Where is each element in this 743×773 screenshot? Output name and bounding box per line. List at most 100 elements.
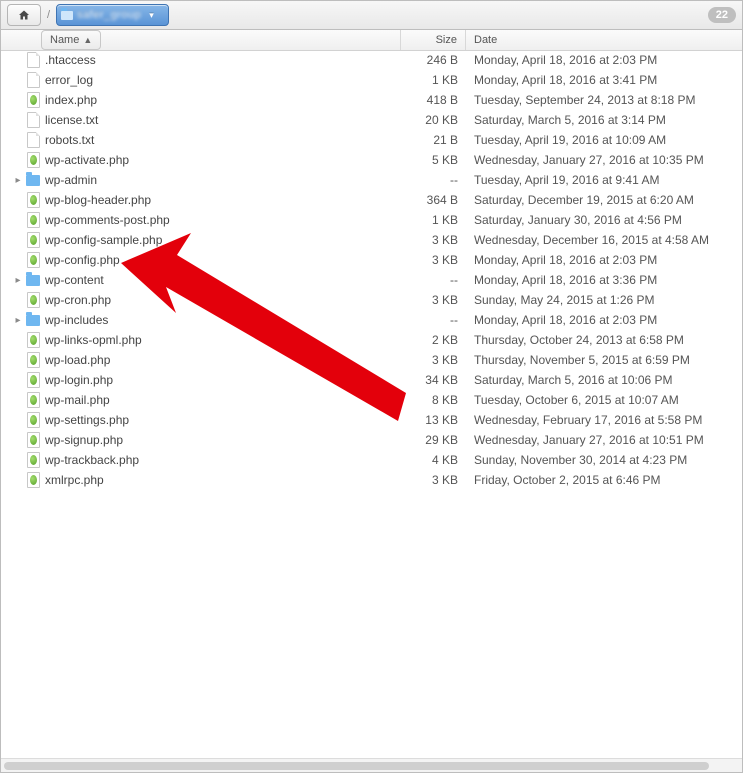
column-header-name[interactable]: Name ▲ xyxy=(1,30,401,50)
folder-icon xyxy=(25,172,41,188)
file-icon xyxy=(25,72,41,88)
file-size: -- xyxy=(401,313,466,327)
file-row[interactable]: error_log1 KBMonday, April 18, 2016 at 3… xyxy=(1,70,742,90)
file-row[interactable]: wp-config.php3 KBMonday, April 18, 2016 … xyxy=(1,250,742,270)
file-browser-window: / safer_group ▾ 22 Name ▲ Size Date .hta… xyxy=(0,0,743,773)
file-size: 2 KB xyxy=(401,333,466,347)
file-row[interactable]: wp-login.php34 KBSaturday, March 5, 2016… xyxy=(1,370,742,390)
file-name: wp-includes xyxy=(45,313,108,327)
file-icon xyxy=(25,52,41,68)
php-file-icon xyxy=(25,252,41,268)
file-name: index.php xyxy=(45,93,97,107)
breadcrumb-folder[interactable]: safer_group ▾ xyxy=(56,4,169,26)
disclosure-triangle[interactable]: ▸ xyxy=(11,275,25,286)
file-date: Tuesday, April 19, 2016 at 9:41 AM xyxy=(466,173,742,187)
item-count-badge: 22 xyxy=(708,7,736,23)
file-date: Monday, April 18, 2016 at 2:03 PM xyxy=(466,313,742,327)
file-size: 1 KB xyxy=(401,213,466,227)
file-row[interactable]: wp-cron.php3 KBSunday, May 24, 2015 at 1… xyxy=(1,290,742,310)
file-size: 246 B xyxy=(401,53,466,67)
file-list: .htaccess246 BMonday, April 18, 2016 at … xyxy=(1,50,742,758)
file-row[interactable]: wp-trackback.php4 KBSunday, November 30,… xyxy=(1,450,742,470)
file-date: Wednesday, January 27, 2016 at 10:35 PM xyxy=(466,153,742,167)
file-size: 8 KB xyxy=(401,393,466,407)
file-row[interactable]: ▸ wp-content --Monday, April 18, 2016 at 3… xyxy=(1,270,742,290)
file-name: xmlrpc.php xyxy=(45,473,104,487)
php-file-icon xyxy=(25,232,41,248)
chevron-down-icon: ▾ xyxy=(149,10,154,21)
file-icon xyxy=(25,112,41,128)
file-size: 34 KB xyxy=(401,373,466,387)
php-file-icon xyxy=(25,212,41,228)
file-date: Wednesday, December 16, 2015 at 4:58 AM xyxy=(466,233,742,247)
folder-icon xyxy=(61,11,73,20)
file-size: 418 B xyxy=(401,93,466,107)
file-date: Thursday, October 24, 2013 at 6:58 PM xyxy=(466,333,742,347)
file-date: Monday, April 18, 2016 at 3:36 PM xyxy=(466,273,742,287)
file-name: wp-activate.php xyxy=(45,153,129,167)
file-name: wp-signup.php xyxy=(45,433,123,447)
file-row[interactable]: license.txt20 KBSaturday, March 5, 2016 … xyxy=(1,110,742,130)
file-row[interactable]: wp-settings.php13 KBWednesday, February … xyxy=(1,410,742,430)
file-icon xyxy=(25,132,41,148)
file-date: Wednesday, January 27, 2016 at 10:51 PM xyxy=(466,433,742,447)
disclosure-triangle[interactable]: ▸ xyxy=(11,175,25,186)
file-row[interactable]: wp-load.php 3 KBThursday, November 5, 201… xyxy=(1,350,742,370)
file-row[interactable]: wp-mail.php8 KBTuesday, October 6, 2015 … xyxy=(1,390,742,410)
breadcrumb-separator: / xyxy=(45,9,52,21)
file-row[interactable]: xmlrpc.php3 KBFriday, October 2, 2015 at… xyxy=(1,470,742,490)
php-file-icon xyxy=(25,412,41,428)
file-size: 364 B xyxy=(401,193,466,207)
file-row[interactable]: wp-comments-post.php 1 KBSaturday, Januar… xyxy=(1,210,742,230)
column-header-date-label: Date xyxy=(474,34,497,46)
file-name: wp-config.php xyxy=(45,253,120,267)
file-name: wp-content xyxy=(45,273,104,287)
column-header-size-label: Size xyxy=(436,34,457,46)
file-size: -- xyxy=(401,273,466,287)
file-row[interactable]: wp-signup.php 29 KBWednesday, January 27,… xyxy=(1,430,742,450)
php-file-icon xyxy=(25,372,41,388)
file-row[interactable]: ▸ wp-includes --Monday, April 18, 2016 at … xyxy=(1,310,742,330)
column-header-name-label: Name xyxy=(50,34,79,46)
sort-ascending-icon: ▲ xyxy=(83,35,92,45)
file-name: wp-comments-post.php xyxy=(45,213,170,227)
scrollbar-thumb[interactable] xyxy=(4,762,709,770)
file-date: Saturday, March 5, 2016 at 3:14 PM xyxy=(466,113,742,127)
folder-icon xyxy=(25,272,41,288)
file-size: 5 KB xyxy=(401,153,466,167)
file-date: Thursday, November 5, 2015 at 6:59 PM xyxy=(466,353,742,367)
home-button[interactable] xyxy=(7,4,41,26)
file-name: wp-trackback.php xyxy=(45,453,139,467)
file-name: wp-blog-header.php xyxy=(45,193,151,207)
file-row[interactable]: wp-links-opml.php 2 KBThursday, October 2… xyxy=(1,330,742,350)
file-size: -- xyxy=(401,173,466,187)
file-row[interactable]: wp-activate.php 5 KBWednesday, January 27… xyxy=(1,150,742,170)
column-header-size[interactable]: Size xyxy=(401,30,466,50)
php-file-icon xyxy=(25,332,41,348)
file-row[interactable]: robots.txt21 BTuesday, April 19, 2016 at… xyxy=(1,130,742,150)
file-size: 29 KB xyxy=(401,433,466,447)
column-header-date[interactable]: Date xyxy=(466,30,742,50)
file-size: 3 KB xyxy=(401,253,466,267)
file-name: wp-load.php xyxy=(45,353,110,367)
file-row[interactable]: .htaccess246 BMonday, April 18, 2016 at … xyxy=(1,50,742,70)
file-name: license.txt xyxy=(45,113,98,127)
file-date: Tuesday, September 24, 2013 at 8:18 PM xyxy=(466,93,742,107)
file-row[interactable]: ▸wp-admin--Tuesday, April 19, 2016 at 9:… xyxy=(1,170,742,190)
file-size: 3 KB xyxy=(401,353,466,367)
php-file-icon xyxy=(25,452,41,468)
php-file-icon xyxy=(25,472,41,488)
disclosure-triangle[interactable]: ▸ xyxy=(11,315,25,326)
file-date: Friday, October 2, 2015 at 6:46 PM xyxy=(466,473,742,487)
file-row[interactable]: wp-blog-header.php364 BSaturday, Decembe… xyxy=(1,190,742,210)
file-row[interactable]: index.php 418 BTuesday, September 24, 201… xyxy=(1,90,742,110)
horizontal-scrollbar[interactable] xyxy=(1,758,742,772)
file-name: wp-links-opml.php xyxy=(45,333,142,347)
file-date: Saturday, January 30, 2016 at 4:56 PM xyxy=(466,213,742,227)
file-row[interactable]: wp-config-sample.php3 KBWednesday, Decem… xyxy=(1,230,742,250)
file-size: 3 KB xyxy=(401,293,466,307)
file-date: Monday, April 18, 2016 at 3:41 PM xyxy=(466,73,742,87)
file-name: error_log xyxy=(45,73,93,87)
file-name: wp-settings.php xyxy=(45,413,129,427)
column-headers: Name ▲ Size Date xyxy=(1,30,742,51)
